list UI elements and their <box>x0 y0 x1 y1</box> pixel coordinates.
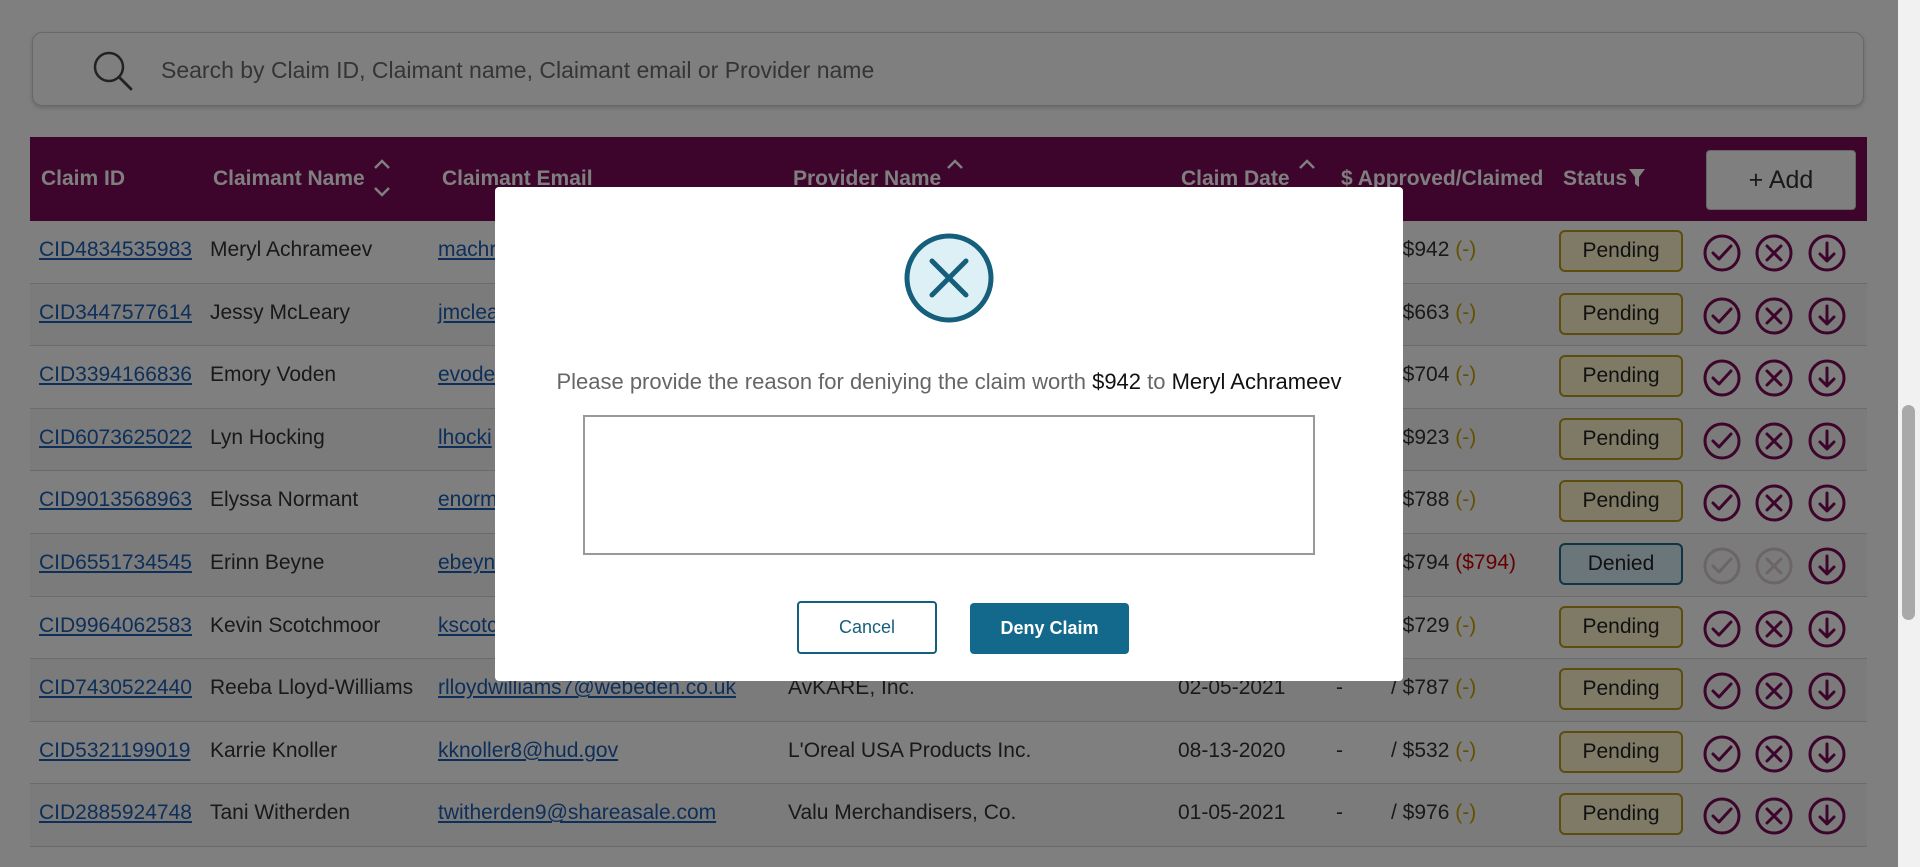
close-circle-icon <box>904 233 994 323</box>
prompt-connector: to <box>1141 369 1172 394</box>
prompt-text: Please provide the reason for deniying t… <box>556 369 1093 394</box>
deny-claim-button[interactable]: Deny Claim <box>970 603 1129 654</box>
deny-claim-dialog: Please provide the reason for deniying t… <box>495 187 1403 681</box>
claimant-name: Meryl Achrameev <box>1171 369 1342 394</box>
scrollbar-thumb[interactable] <box>1902 405 1915 620</box>
deny-reason-prompt: Please provide the reason for deniying t… <box>495 369 1403 395</box>
claim-amount: $942 <box>1092 369 1142 394</box>
cancel-button[interactable]: Cancel <box>797 601 937 654</box>
deny-reason-input[interactable] <box>583 415 1315 555</box>
